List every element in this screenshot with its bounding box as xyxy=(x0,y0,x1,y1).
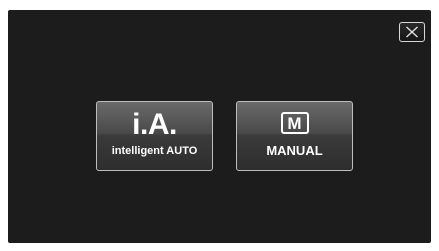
manual-button[interactable]: M MANUAL xyxy=(236,101,353,171)
close-icon xyxy=(405,26,419,38)
manual-icon-letter: M xyxy=(287,113,302,133)
close-button[interactable] xyxy=(399,22,425,42)
manual-icon: M xyxy=(280,112,309,134)
camera-mode-screen: i.A. intelligent AUTO M MANUAL xyxy=(8,10,431,243)
intelligent-auto-label: intelligent AUTO xyxy=(111,145,198,157)
intelligent-auto-icon: i.A. xyxy=(132,108,177,141)
intelligent-auto-button[interactable]: i.A. intelligent AUTO xyxy=(96,101,213,171)
manual-label: MANUAL xyxy=(266,143,323,158)
